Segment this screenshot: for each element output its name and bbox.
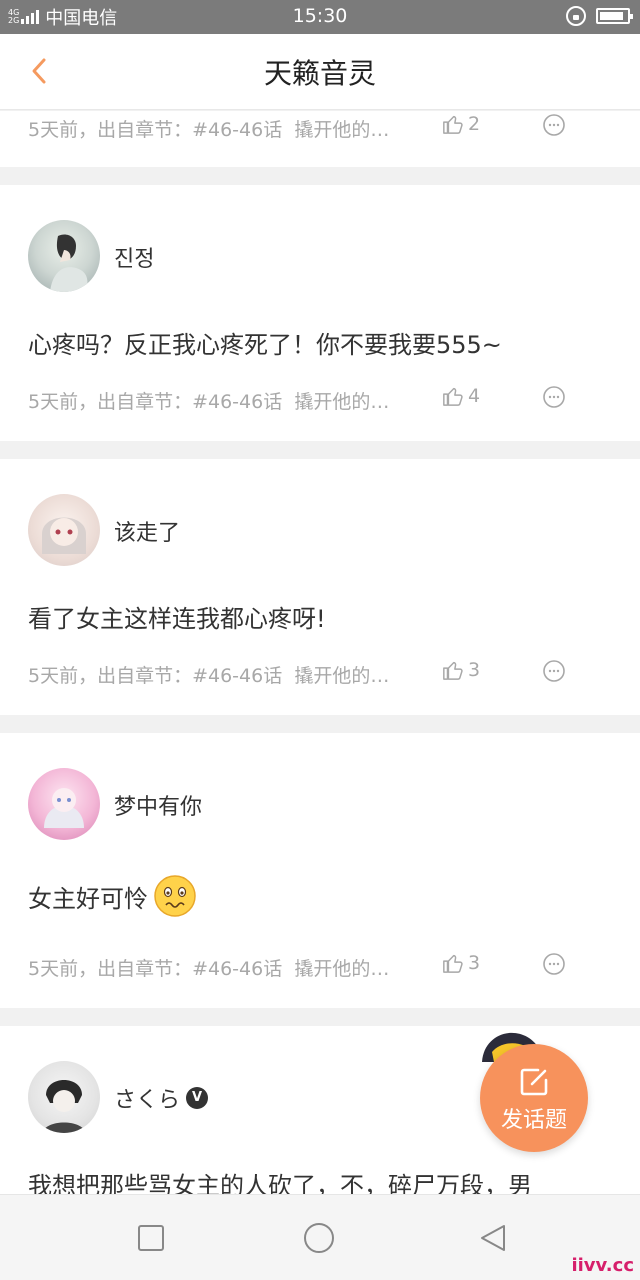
post-time-source: 5天前，出自章节：#46-46话 撬开他的… [28, 387, 389, 414]
like-count: 3 [468, 952, 481, 974]
post-time: 5天前，出自章节：#46-46话 [28, 391, 283, 413]
like-count: 3 [468, 659, 481, 681]
thumbs-up-icon [443, 115, 463, 134]
post-source-link[interactable]: 撬开他的… [294, 391, 389, 413]
worried-face-emoji-icon [154, 875, 196, 917]
rotation-lock-icon [566, 6, 586, 26]
post-meta: 5天前，出自章节：#46-46话 撬开他的… 2 [28, 113, 640, 143]
post-time-source: 5天前，出自章节：#46-46话 撬开他的… [28, 954, 389, 981]
post-meta: 5天前，出自章节：#46-46话 撬开他的… 3 [28, 659, 640, 689]
thumbs-up-icon [443, 954, 463, 973]
post-time-source: 5天前，出自章节：#46-46话 撬开他的… [28, 661, 389, 688]
post-meta: 5天前，出自章节：#46-46话 撬开他的… 4 [28, 385, 640, 415]
username[interactable]: 梦中有你 [114, 789, 202, 821]
thumbs-up-icon [443, 387, 463, 406]
like-button[interactable]: 3 [442, 659, 480, 681]
like-count: 4 [468, 385, 481, 407]
battery-icon [596, 8, 633, 24]
username-text: 该走了 [114, 521, 181, 546]
thumbs-up-icon [443, 661, 463, 680]
post-time: 5天前，出自章节：#46-46话 [28, 119, 283, 141]
avatar[interactable] [28, 220, 100, 292]
avatar[interactable] [28, 1061, 100, 1133]
username-text: 진정 [114, 247, 155, 272]
username-text: 梦中有你 [114, 795, 203, 820]
status-right [566, 6, 633, 26]
username[interactable]: さくら V [114, 1082, 209, 1114]
comment-icon[interactable] [542, 659, 566, 683]
post-source-link[interactable]: 撬开他的… [294, 958, 389, 980]
post-time: 5天前，出自章节：#46-46话 [28, 665, 283, 687]
avatar[interactable] [28, 768, 100, 840]
edit-icon [520, 1068, 548, 1096]
post-card-partial: 5天前，出自章节：#46-46话 撬开他的… 2 [0, 111, 640, 167]
like-button[interactable]: 4 [442, 385, 480, 407]
avatar[interactable] [28, 494, 100, 566]
post-card[interactable]: 该走了 看了女主这样连我都心疼呀! 5天前，出自章节：#46-46话 撬开他的…… [0, 459, 640, 715]
post-time: 5天前，出自章节：#46-46话 [28, 958, 283, 980]
like-count: 2 [468, 113, 481, 135]
post-text: 女主好可怜 [28, 884, 148, 913]
post-content: 心疼吗？反正我心疼死了！你不要我要555~ [28, 325, 600, 360]
post-source-link[interactable]: 撬开他的… [294, 665, 389, 687]
comment-icon[interactable] [542, 952, 566, 976]
post-text: 心疼吗？反正我心疼死了！你不要我要555~ [28, 331, 502, 359]
back-triangle-icon[interactable] [476, 1222, 508, 1254]
system-nav-bar: iivv.cc [0, 1194, 640, 1280]
home-circle-icon[interactable] [303, 1222, 335, 1254]
status-clock: 15:30 [292, 5, 348, 27]
watermark: iivv.cc [571, 1255, 634, 1276]
verified-badge-icon: V [186, 1087, 209, 1109]
post-card[interactable]: 梦中有你 女主好可怜 5天前，出自章节：#46-46话 撬开他的… 3 [0, 733, 640, 1008]
post-source-link[interactable]: 撬开他的… [294, 119, 389, 141]
post-card[interactable]: 진정 心疼吗？反正我心疼死了！你不要我要555~ 5天前，出自章节：#46-46… [0, 185, 640, 441]
username[interactable]: 该走了 [114, 515, 180, 547]
battery-level [600, 12, 624, 20]
comment-icon[interactable] [542, 385, 566, 409]
post-topic-button[interactable]: 发话题 [480, 1044, 588, 1152]
username-text: さくら [114, 1088, 181, 1113]
post-meta: 5天前，出自章节：#46-46话 撬开他的… 3 [28, 952, 640, 982]
comment-icon[interactable] [542, 113, 566, 137]
like-button[interactable]: 3 [442, 952, 480, 974]
status-bar: 4G 2G 中国电信 15:30 [0, 0, 640, 34]
post-content: 女主好可怜 [28, 873, 600, 919]
post-time-source: 5天前，出自章节：#46-46话 撬开他的… [28, 115, 389, 142]
post-topic-label: 发话题 [500, 1108, 567, 1133]
post-content: 看了女主这样连我都心疼呀! [28, 599, 600, 634]
recent-apps-square-icon[interactable] [135, 1222, 167, 1254]
top-nav-bar: 天籁音灵 [0, 34, 640, 110]
page-title: 天籁音灵 [263, 57, 376, 90]
username[interactable]: 진정 [114, 241, 154, 273]
like-button[interactable]: 2 [442, 113, 480, 135]
post-text: 看了女主这样连我都心疼呀! [28, 605, 326, 633]
